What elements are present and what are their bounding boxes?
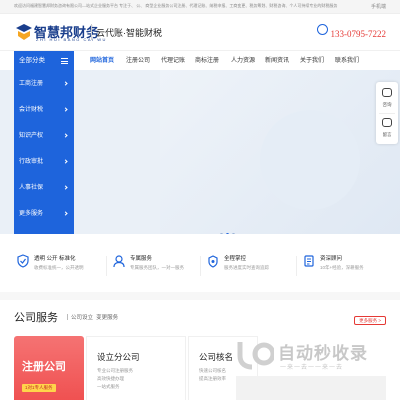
nav-hr[interactable]: 人力资源 xyxy=(231,51,255,71)
chevron-right-icon xyxy=(63,211,68,216)
nav-about[interactable]: 关于我们 xyxy=(300,51,324,71)
category-label: 人事社保 xyxy=(19,185,44,191)
message-button[interactable]: 留言 xyxy=(376,114,398,144)
welcome-text: 欢迎访问福建智慧邦财务咨询有限公司—站式企业服务平台 专注于、 公、 商型企业服… xyxy=(14,3,338,8)
category-hr-social[interactable]: 人事社保 xyxy=(14,178,74,198)
main-nav: 全部分类 网站首页 注册公司 代理记账 商标注册 人力资源 新闻资讯 关于我们 … xyxy=(0,50,400,71)
category-label: 行政审批 xyxy=(19,159,44,165)
category-label: 工商注册 xyxy=(19,81,44,87)
logo-mark-icon xyxy=(16,24,32,40)
phone-icon xyxy=(316,24,328,35)
chevron-right-icon xyxy=(63,81,68,86)
document-icon xyxy=(304,255,314,267)
category-business-registration[interactable]: 工商注册 xyxy=(14,74,74,94)
feature-desc: 10年+经验，深耕服务 xyxy=(320,265,364,270)
consult-label: 咨询 xyxy=(382,102,392,107)
menu-icon xyxy=(61,58,68,64)
dashboard-icon xyxy=(208,255,218,268)
feature-title: 专属服务 xyxy=(130,256,153,262)
category-label: 更多服务 xyxy=(19,211,44,217)
site-header: 智慧邦财务 ZHI HUI BANG CAI WU 云代账·智能财税 133-0… xyxy=(0,14,400,50)
top-info-bar: 欢迎访问福建智慧邦财务咨询有限公司—站式企业服务平台 专注于、 公、 商型企业服… xyxy=(0,0,400,14)
consult-button[interactable]: 咨询 xyxy=(376,82,398,112)
service-icon xyxy=(113,255,125,268)
header-divider xyxy=(91,24,92,40)
carousel-dot-active[interactable] xyxy=(226,233,229,234)
section-separator xyxy=(0,292,400,300)
category-accounting-tax[interactable]: 会计财税 xyxy=(14,100,74,120)
service-desc: 专业公司注册服务 xyxy=(97,368,133,373)
phone-number: 133-0795-7222 xyxy=(330,29,387,39)
nav-bookkeeping[interactable]: 代理记账 xyxy=(161,51,185,71)
service-desc: 快速公司核名 xyxy=(199,368,226,373)
watermark: 自动秒收录 一来一去一一来一去 xyxy=(236,336,400,376)
nav-contact[interactable]: 联系我们 xyxy=(335,51,359,71)
category-menu: 工商注册 会计财税 知识产权 行政审批 人事社保 更多服务 xyxy=(14,70,74,234)
feature-dedicated: 专属服务 专属服务团队，一对一服务 xyxy=(110,246,200,286)
chevron-right-icon xyxy=(63,133,68,138)
watermark-title: 自动秒收录 xyxy=(278,344,368,363)
card-placeholder xyxy=(236,376,386,400)
category-label: 知识产权 xyxy=(19,133,44,139)
feature-divider xyxy=(106,256,107,276)
feature-title: 全程掌控 xyxy=(224,256,247,262)
service-card-register-company[interactable]: 注册公司 1对1专人服务 xyxy=(14,336,84,400)
category-more[interactable]: 更多服务 xyxy=(14,204,74,224)
chevron-right-icon xyxy=(63,185,68,190)
all-categories-button[interactable]: 全部分类 xyxy=(14,51,74,71)
category-ip[interactable]: 知识产权 xyxy=(14,126,74,146)
service-card-branch[interactable]: 设立分公司 专业公司注册服务 高效快捷办理 一站式服务 xyxy=(86,336,186,400)
tab-company-setup[interactable]: 公司设立 xyxy=(71,315,93,321)
carousel-dot[interactable] xyxy=(232,233,235,234)
feature-desc: 收费标准统一，公开透明 xyxy=(34,265,84,270)
slogan: 云代账·智能财税 xyxy=(96,28,162,38)
feature-consultant: 资深顾问 10年+经验，深耕服务 xyxy=(300,246,390,286)
feature-title: 资深顾问 xyxy=(320,256,343,262)
chevron-right-icon xyxy=(63,107,68,112)
service-title: 设立分公司 xyxy=(97,352,140,362)
category-label: 会计财税 xyxy=(19,107,44,113)
hero-decoration xyxy=(260,110,360,210)
service-desc: 一站式服务 xyxy=(97,384,120,389)
all-categories-label: 全部分类 xyxy=(19,57,45,64)
feature-control: 全程掌控 服务进度实时查询追踪 xyxy=(204,246,294,286)
hotline[interactable]: 133-0795-7222 xyxy=(316,24,387,39)
feature-highlights: 透明 公开 标准化 收费标准统一，公开透明 专属服务 专属服务团队，一对一服务 … xyxy=(14,246,386,286)
headset-icon xyxy=(382,88,392,97)
category-admin-approval[interactable]: 行政审批 xyxy=(14,152,74,172)
floating-toolbar: 咨询 留言 xyxy=(376,82,398,144)
feature-transparent: 透明 公开 标准化 收费标准统一，公开透明 xyxy=(14,246,104,286)
tab-divider xyxy=(67,314,68,320)
message-label: 留言 xyxy=(382,132,392,137)
carousel-dot[interactable] xyxy=(220,233,223,234)
message-icon xyxy=(382,118,392,127)
nav-register-company[interactable]: 注册公司 xyxy=(126,51,150,71)
feature-title: 透明 公开 标准化 xyxy=(34,256,76,262)
service-tag: 1对1专人服务 xyxy=(22,384,56,392)
shield-icon xyxy=(17,254,29,268)
service-title: 注册公司 xyxy=(22,361,66,373)
nav-trademark[interactable]: 商标注册 xyxy=(195,51,219,71)
service-desc: 提高注册效率 xyxy=(199,376,226,381)
feature-divider xyxy=(296,256,297,276)
more-services-button[interactable]: 更多服务 > xyxy=(354,316,386,325)
section-tabs: 公司设立 变更服务 xyxy=(67,313,118,321)
watermark-logo-icon xyxy=(237,342,274,370)
feature-divider xyxy=(200,256,201,276)
service-desc: 高效快捷办理 xyxy=(97,376,124,381)
feature-desc: 专属服务团队，一对一服务 xyxy=(130,265,184,270)
service-title: 公司核名 xyxy=(199,352,234,362)
chevron-right-icon xyxy=(63,159,68,164)
site-logo[interactable]: 智慧邦财务 ZHI HUI BANG CAI WU xyxy=(14,22,105,46)
section-title: 公司服务 xyxy=(14,312,58,324)
tab-change-service[interactable]: 变更服务 xyxy=(96,315,118,321)
watermark-subtitle: 一来一去一一来一去 xyxy=(280,365,344,371)
nav-home[interactable]: 网站首页 xyxy=(90,51,115,71)
mobile-link[interactable]: 手机端 xyxy=(371,3,386,10)
nav-news[interactable]: 新闻资讯 xyxy=(265,51,289,71)
carousel-dots xyxy=(220,223,238,234)
feature-desc: 服务进度实时查询追踪 xyxy=(224,265,269,270)
